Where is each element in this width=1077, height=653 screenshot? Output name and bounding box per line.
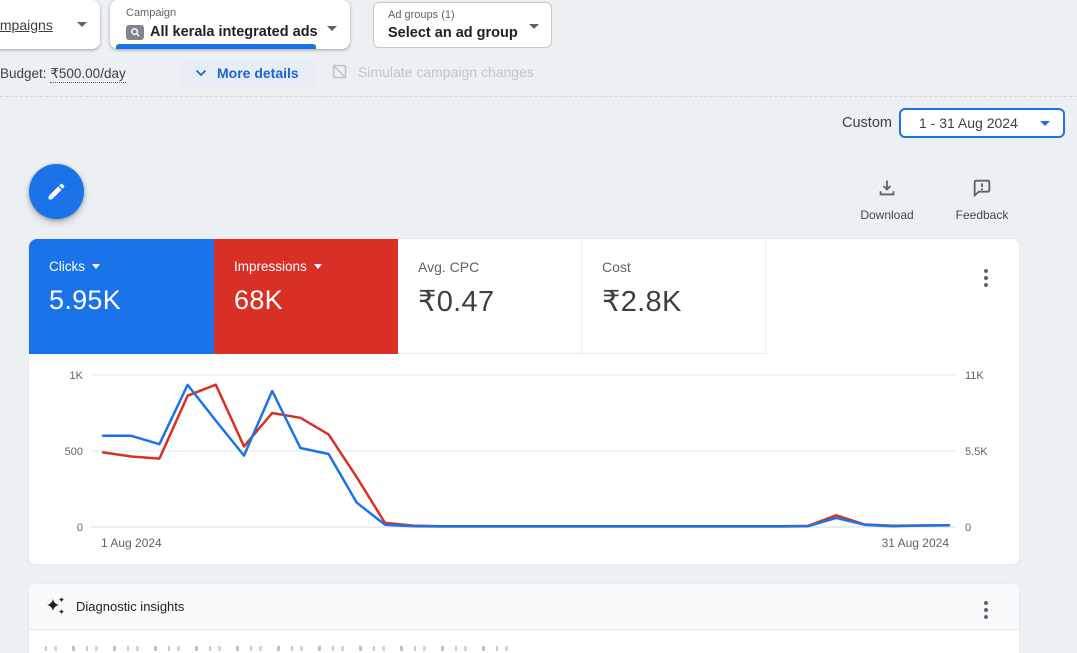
budget-value[interactable]: ₹500.00/day: [50, 66, 126, 83]
insights-options-menu[interactable]: [980, 597, 992, 623]
x-axis-end-label: 31 Aug 2024: [882, 536, 950, 550]
performance-card: Clicks 5.95K Impressions 68K Avg. CPC ₹0…: [28, 238, 1020, 565]
campaign-selector[interactable]: Campaign All kerala integrated ads: [110, 0, 350, 49]
chevron-down-icon: [195, 69, 207, 77]
scorecard-clicks[interactable]: Clicks 5.95K: [29, 239, 214, 354]
simulate-icon: [332, 64, 347, 79]
left-axis-tick-0: 0: [77, 522, 83, 534]
scorecard-avg-cpc-value: ₹0.47: [418, 286, 495, 318]
feedback-label: Feedback: [955, 208, 1009, 222]
chevron-down-icon: [327, 26, 337, 31]
ad-group-value: Select an ad group: [388, 25, 518, 41]
date-range-type-label: Custom: [842, 115, 892, 131]
budget-text: Budget: ₹500.00/day: [0, 66, 126, 83]
right-axis-tick-5-5k: 5.5K: [965, 446, 988, 458]
chevron-down-icon: [92, 264, 100, 269]
date-range-value: 1 - 31 Aug 2024: [919, 115, 1018, 131]
google-ads-campaign-overview: Campaigns Campaign All kerala integrated…: [0, 0, 1077, 653]
campaign-field-label: Campaign: [126, 7, 177, 19]
scorecard-avg-cpc-label: Avg. CPC: [418, 259, 480, 275]
download-label: Download: [860, 208, 914, 222]
active-campaign-indicator: [116, 44, 316, 49]
chevron-down-icon: [77, 22, 87, 27]
clicks-line: [101, 383, 951, 528]
right-axis-tick-11k: 11K: [965, 370, 984, 382]
pencil-icon: [48, 183, 65, 200]
campaign-name: All kerala integrated ads: [150, 24, 318, 40]
chevron-down-icon: [529, 24, 539, 29]
performance-trend-chart: 1K 500 0 11K 5.5K 0 1 Aug 2024 31 Aug 20…: [65, 370, 989, 550]
ad-group-selector[interactable]: Ad groups (1) Select an ad group: [373, 2, 552, 48]
edit-button[interactable]: [29, 164, 84, 219]
scorecard-cost-value: ₹2.8K: [602, 286, 682, 318]
scorecard-impressions-value: 68K: [234, 285, 283, 315]
chevron-down-icon: [1040, 121, 1050, 126]
scorecard-cost-label: Cost: [602, 259, 631, 275]
left-axis-tick-500: 500: [65, 446, 83, 458]
chevron-down-icon: [313, 264, 322, 269]
diagnostic-insights-title: Diagnostic insights: [76, 599, 185, 614]
campaigns-selector[interactable]: Campaigns: [0, 0, 100, 49]
sparkle-icon: [47, 597, 65, 615]
diagnostic-insights-card: Diagnostic insights: [28, 583, 1020, 653]
more-details-label: More details: [217, 65, 299, 81]
scorecard-avg-cpc[interactable]: Avg. CPC ₹0.47: [398, 239, 582, 354]
impressions-line: [101, 383, 951, 528]
scorecard-clicks-value: 5.95K: [49, 285, 122, 315]
simulate-campaign-changes-button: Simulate campaign changes: [330, 62, 534, 81]
scorecard-cost[interactable]: Cost ₹2.8K: [582, 239, 766, 354]
card-options-menu[interactable]: [980, 265, 992, 291]
campaigns-selector-label: Campaigns: [0, 16, 53, 33]
feedback-button[interactable]: Feedback: [947, 177, 1017, 222]
scorecard-impressions[interactable]: Impressions 68K: [214, 239, 398, 354]
diagnostic-insights-header: Diagnostic insights: [29, 584, 1019, 630]
more-details-button[interactable]: More details: [181, 58, 315, 88]
scorecard-impressions-label: Impressions: [234, 259, 307, 274]
feedback-icon: [973, 179, 991, 198]
search-campaign-icon: [126, 24, 144, 40]
budget-label: Budget:: [0, 66, 47, 81]
x-axis-start-label: 1 Aug 2024: [101, 536, 162, 550]
clipped-insight-text: [45, 646, 515, 651]
date-range-picker[interactable]: 1 - 31 Aug 2024: [899, 108, 1065, 138]
download-button[interactable]: Download: [852, 177, 922, 222]
simulate-label: Simulate campaign changes: [358, 63, 534, 80]
right-axis-tick-0: 0: [965, 522, 971, 534]
header-divider: [0, 96, 1077, 97]
ad-groups-field-label: Ad groups (1): [388, 9, 455, 21]
left-axis-tick-1k: 1K: [70, 370, 84, 382]
download-icon: [879, 180, 895, 196]
scorecard-clicks-label: Clicks: [49, 259, 85, 274]
